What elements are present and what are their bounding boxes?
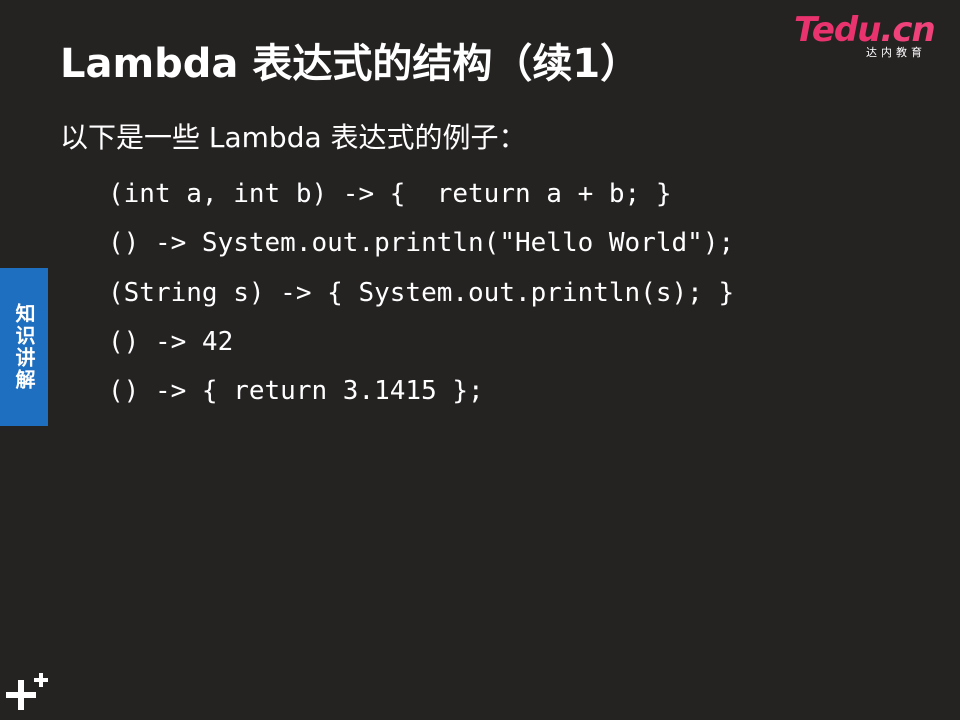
code-line: () -> { return 3.1415 }; — [108, 376, 484, 407]
slide: Tedu.cn 达内教育 Lambda 表达式的结构（续1） 以下是一些 Lam… — [0, 0, 960, 720]
code-line: (int a, int b) -> { return a + b; } — [108, 179, 672, 209]
logo-letter-t: T — [794, 10, 813, 50]
plus-icon — [6, 673, 48, 710]
code-line: () -> System.out.println("Hello World"); — [108, 228, 735, 259]
slide-title: Lambda 表达式的结构（续1） — [60, 41, 641, 87]
slide-subtitle: 以下是一些 Lambda 表达式的例子： — [60, 121, 527, 154]
code-line: (String s) -> { System.out.println(s); } — [108, 277, 735, 308]
code-line: () -> 42 — [108, 326, 234, 357]
side-tab-label: 知识讲解 — [12, 303, 36, 391]
tedu-logo: Tedu.cn 达内教育 — [794, 10, 936, 62]
logo-subtitle: 达内教育 — [866, 46, 926, 59]
side-tab: 知识讲解 — [0, 268, 48, 426]
code-examples: (int a, int b) -> { return a + b; } () -… — [108, 170, 734, 416]
